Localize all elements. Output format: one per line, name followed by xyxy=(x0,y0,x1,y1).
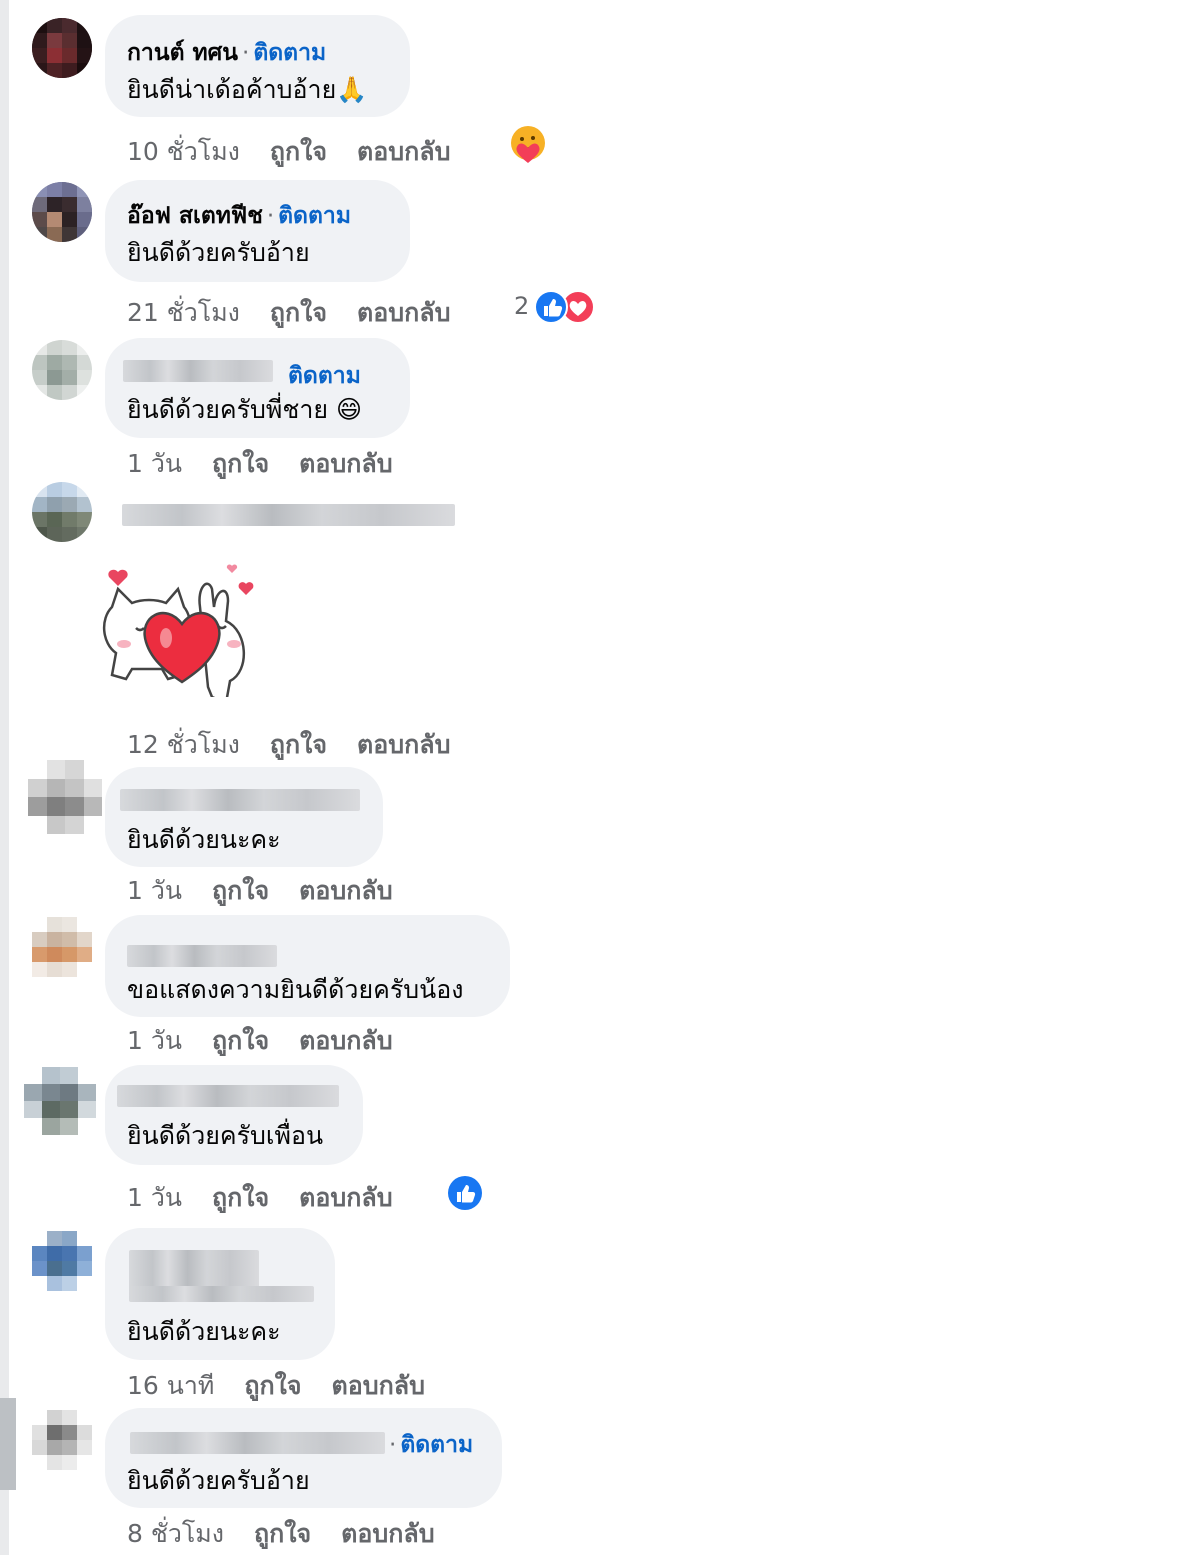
follow-link[interactable]: ติดตาม xyxy=(288,363,361,389)
separator-dot: · xyxy=(242,40,250,66)
reply-button[interactable]: ตอบกลับ xyxy=(332,1366,425,1406)
separator-dot: · xyxy=(389,1432,397,1458)
timestamp[interactable]: 1 วัน xyxy=(127,1178,182,1218)
comment-bubble: ยินดีด้วยนะคะ xyxy=(105,767,383,867)
comment-text: ยินดีด้วยนะคะ xyxy=(127,1317,281,1346)
care-reaction-icon[interactable] xyxy=(508,123,548,167)
comment-text: ยินดีน่าเด้อค้าบอ้าย🙏 xyxy=(127,75,368,104)
blurred-commenter-name xyxy=(129,1286,314,1302)
reply-button[interactable]: ตอบกลับ xyxy=(357,725,450,765)
blurred-commenter-name xyxy=(130,1432,385,1454)
comment-actions: 16 นาที ถูกใจ ตอบกลับ xyxy=(127,1366,455,1406)
comment-text: ยินดีด้วยนะคะ xyxy=(127,825,281,854)
commenter-name-row: · ติดตาม xyxy=(385,1427,473,1463)
comment-text: ยินดีด้วยครับเพื่อน xyxy=(127,1121,324,1150)
commenter-name-row: ติดตาม xyxy=(288,358,361,394)
timestamp[interactable]: 16 นาที xyxy=(127,1366,214,1406)
avatar[interactable] xyxy=(32,482,92,542)
comment-actions: 1 วัน ถูกใจ ตอบกลับ xyxy=(127,871,423,911)
comment-bubble: ขอแสดงความยินดีด้วยครับน้อง xyxy=(105,915,510,1017)
reply-button[interactable]: ตอบกลับ xyxy=(299,444,392,484)
avatar[interactable] xyxy=(32,18,92,78)
avatar[interactable] xyxy=(32,1231,92,1291)
follow-link[interactable]: ติดตาม xyxy=(400,1432,473,1458)
like-button[interactable]: ถูกใจ xyxy=(270,132,327,172)
commenter-name-row: กานต์ ทศน · ติดตาม xyxy=(127,35,326,71)
comment-actions: 21 ชั่วโมง ถูกใจ ตอบกลับ xyxy=(127,293,480,333)
scrollbar-track xyxy=(0,0,9,1555)
comment-text: ยินดีด้วยครับพี่ชาย 😄 xyxy=(127,395,363,424)
reply-button[interactable]: ตอบกลับ xyxy=(357,132,450,172)
comment-text: ยินดีด้วยครับอ้าย xyxy=(127,1466,310,1495)
comment-bubble: ยินดีด้วยครับเพื่อน xyxy=(105,1065,363,1165)
comment-bubble: ติดตาม ยินดีด้วยครับพี่ชาย 😄 xyxy=(105,338,410,438)
comment-actions: 1 วัน ถูกใจ ตอบกลับ xyxy=(127,444,423,484)
comment-bubble: ยินดีด้วยนะคะ xyxy=(105,1228,335,1360)
blurred-commenter-name xyxy=(122,504,455,526)
blurred-commenter-name xyxy=(120,789,360,811)
cat-bunny-heart-sticker xyxy=(100,562,265,705)
blurred-commenter-name xyxy=(117,1085,339,1107)
comment-text: ขอแสดงความยินดีด้วยครับน้อง xyxy=(127,975,464,1004)
avatar[interactable] xyxy=(32,340,92,400)
timestamp[interactable]: 8 ชั่วโมง xyxy=(127,1514,224,1554)
avatar[interactable] xyxy=(32,182,92,242)
like-button[interactable]: ถูกใจ xyxy=(212,871,269,911)
reply-button[interactable]: ตอบกลับ xyxy=(299,1178,392,1218)
commenter-name-row: อ๊อฟ สเตทฟีช · ติดตาม xyxy=(127,198,351,234)
avatar[interactable] xyxy=(24,1067,96,1135)
reaction-count: 2 xyxy=(514,292,530,320)
timestamp[interactable]: 1 วัน xyxy=(127,871,182,911)
timestamp[interactable]: 12 ชั่วโมง xyxy=(127,725,240,765)
comment-bubble: · ติดตาม ยินดีด้วยครับอ้าย xyxy=(105,1408,502,1508)
blurred-commenter-name xyxy=(129,1250,259,1290)
like-love-icon xyxy=(534,290,595,324)
comment-actions: 1 วัน ถูกใจ ตอบกลับ xyxy=(127,1178,423,1218)
avatar[interactable] xyxy=(28,760,102,834)
timestamp[interactable]: 10 ชั่วโมง xyxy=(127,132,240,172)
like-button[interactable]: ถูกใจ xyxy=(244,1366,301,1406)
like-button[interactable]: ถูกใจ xyxy=(212,444,269,484)
reply-button[interactable]: ตอบกลับ xyxy=(299,871,392,911)
follow-link[interactable]: ติดตาม xyxy=(253,40,326,66)
comment-bubble: อ๊อฟ สเตทฟีช · ติดตาม ยินดีด้วยครับอ้าย xyxy=(105,180,410,282)
separator-dot: · xyxy=(266,203,275,229)
like-button[interactable]: ถูกใจ xyxy=(254,1514,311,1554)
timestamp[interactable]: 21 ชั่วโมง xyxy=(127,293,240,333)
blurred-commenter-name xyxy=(123,360,273,382)
commenter-name[interactable]: กานต์ ทศน xyxy=(127,40,238,66)
avatar[interactable] xyxy=(32,1410,92,1470)
like-button[interactable]: ถูกใจ xyxy=(270,293,327,333)
comment-actions: 1 วัน ถูกใจ ตอบกลับ xyxy=(127,1021,423,1061)
comment-bubble: กานต์ ทศน · ติดตาม ยินดีน่าเด้อค้าบอ้าย🙏 xyxy=(105,15,410,117)
like-reaction-icon[interactable] xyxy=(446,1174,484,1216)
reply-button[interactable]: ตอบกลับ xyxy=(299,1021,392,1061)
comment-actions: 10 ชั่วโมง ถูกใจ ตอบกลับ xyxy=(127,132,480,172)
like-button[interactable]: ถูกใจ xyxy=(212,1178,269,1218)
comment-actions: 8 ชั่วโมง ถูกใจ ตอบกลับ xyxy=(127,1514,465,1554)
reply-button[interactable]: ตอบกลับ xyxy=(357,293,450,333)
comment-text: ยินดีด้วยครับอ้าย xyxy=(127,238,310,267)
scrollbar-thumb[interactable] xyxy=(0,1398,16,1490)
like-button[interactable]: ถูกใจ xyxy=(270,725,327,765)
blurred-commenter-name xyxy=(127,945,277,967)
timestamp[interactable]: 1 วัน xyxy=(127,444,182,484)
like-button[interactable]: ถูกใจ xyxy=(212,1021,269,1061)
avatar[interactable] xyxy=(32,917,92,977)
commenter-name[interactable]: อ๊อฟ สเตทฟีช xyxy=(127,203,263,229)
comment-actions: 12 ชั่วโมง ถูกใจ ตอบกลับ xyxy=(127,725,480,765)
follow-link[interactable]: ติดตาม xyxy=(278,203,351,229)
reply-button[interactable]: ตอบกลับ xyxy=(341,1514,434,1554)
timestamp[interactable]: 1 วัน xyxy=(127,1021,182,1061)
